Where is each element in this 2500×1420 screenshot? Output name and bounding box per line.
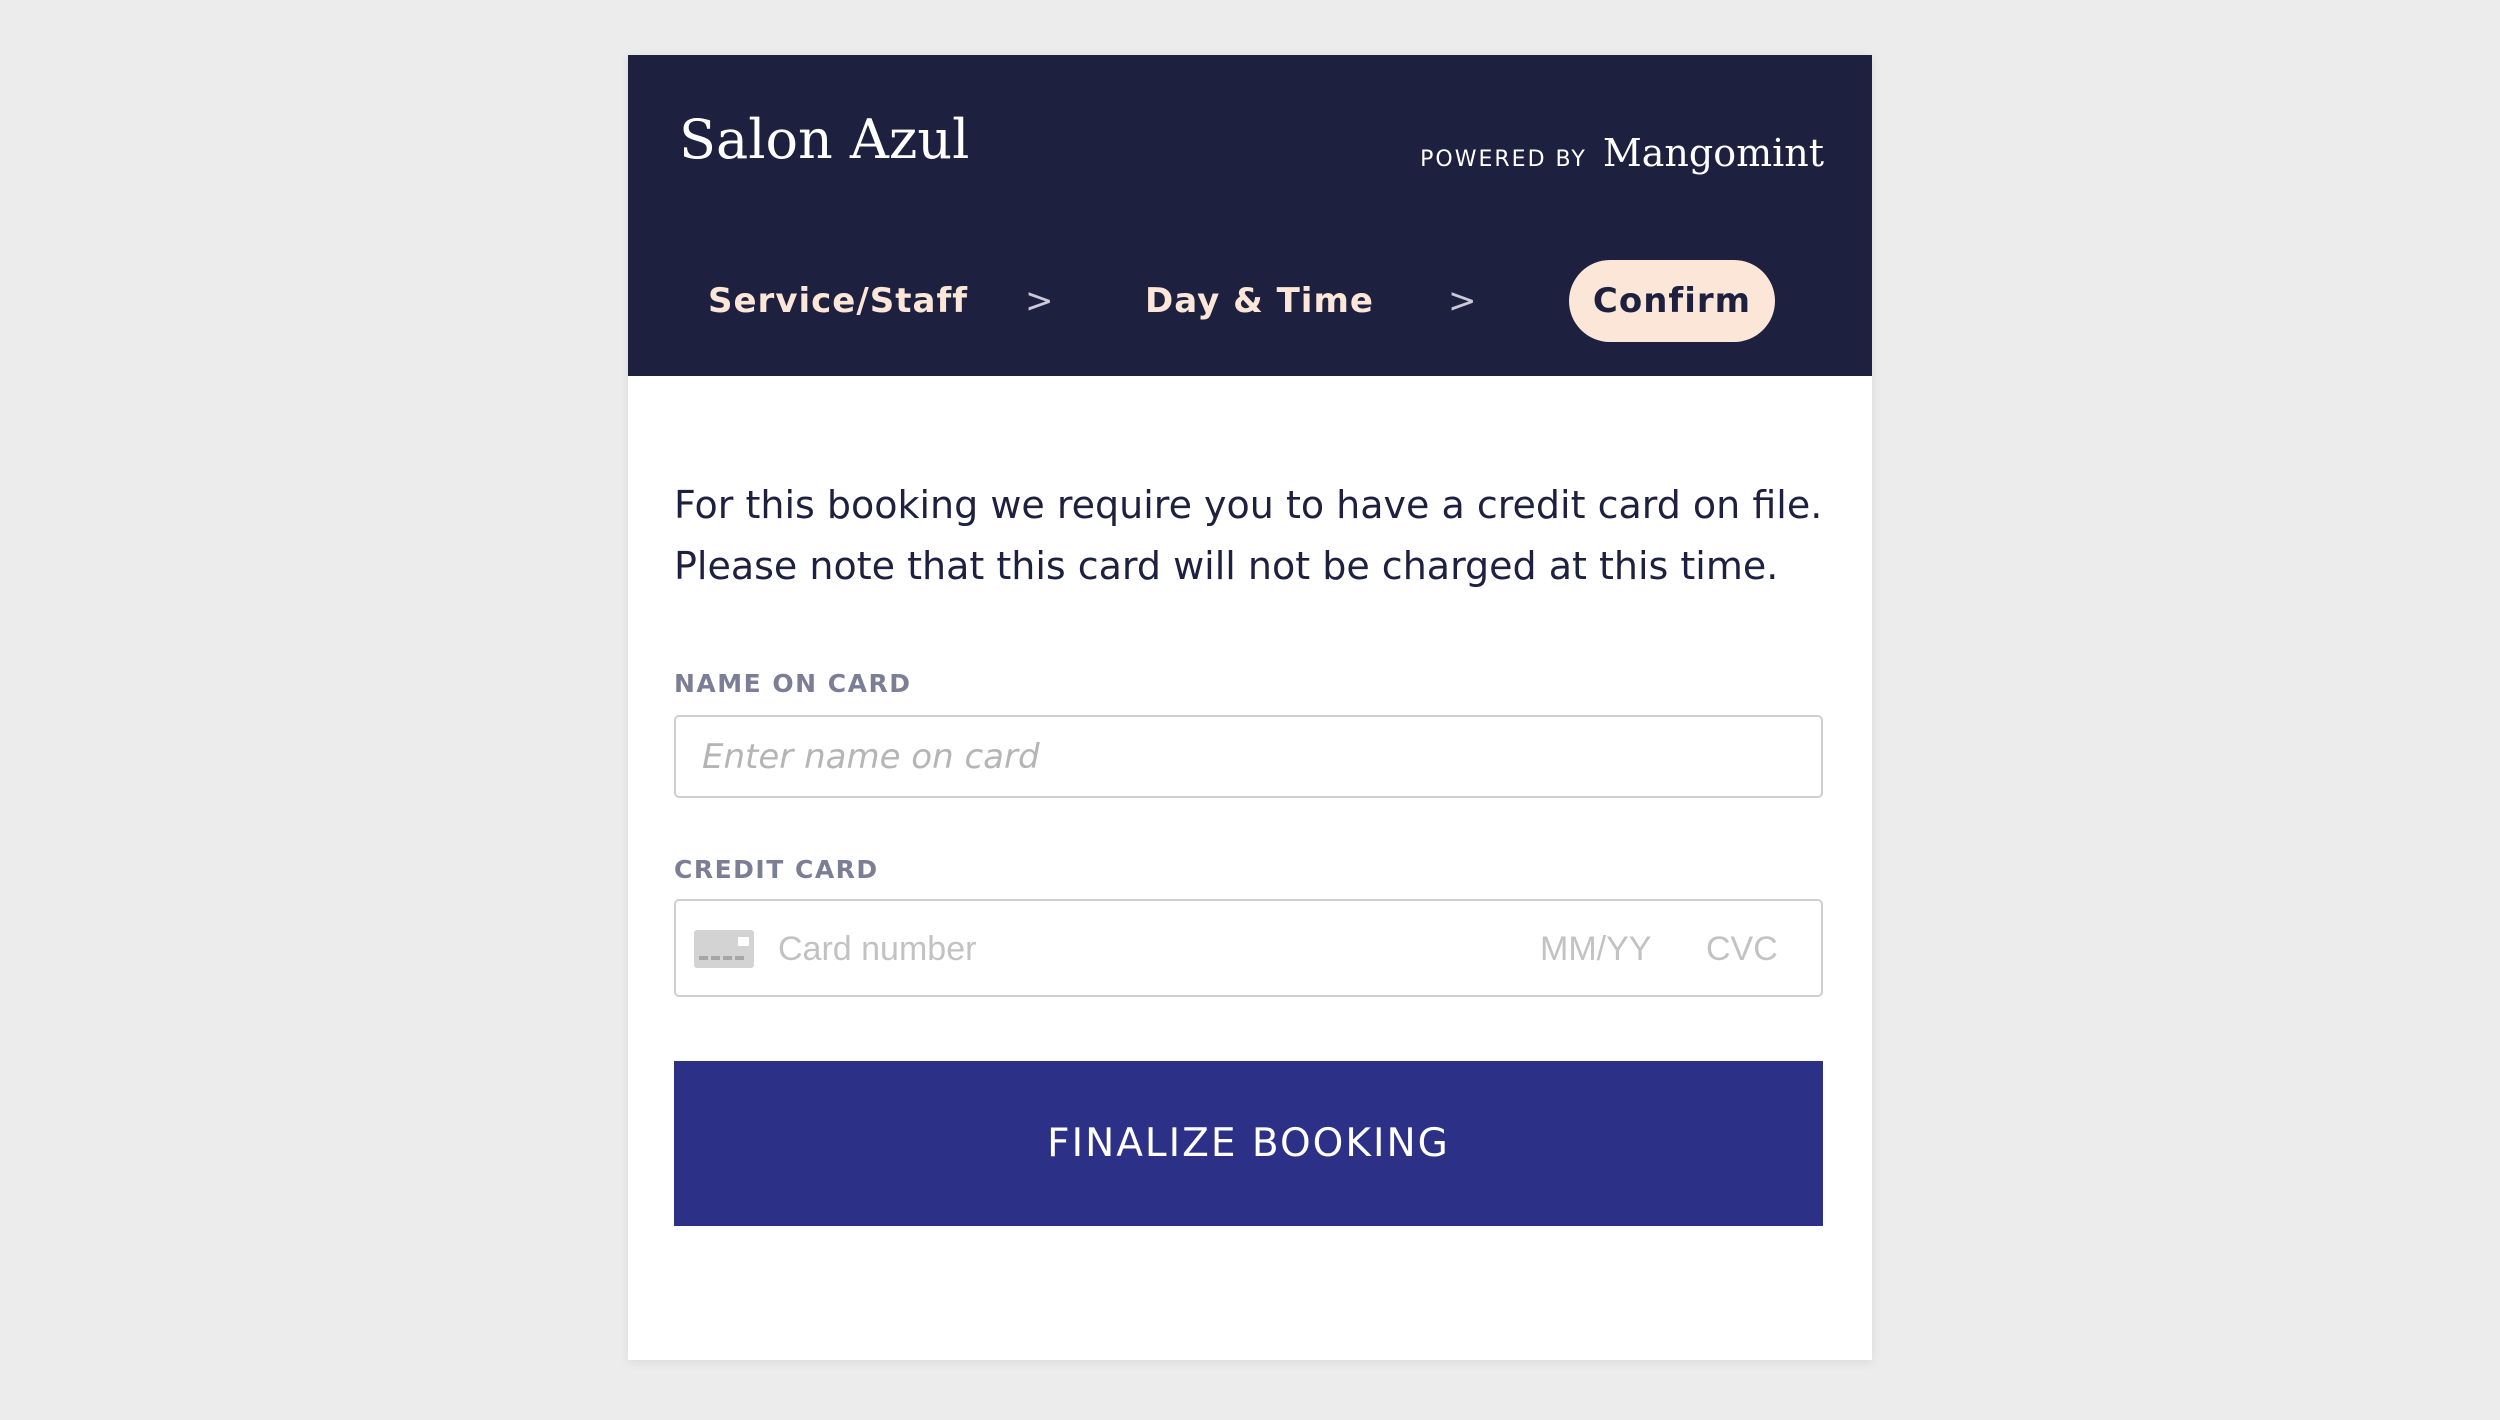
credit-card-icon	[694, 930, 754, 968]
mangomint-logo[interactable]: Mangomint	[1603, 131, 1824, 175]
step-service-staff[interactable]: Service/Staff	[708, 260, 968, 342]
card-cvc-input[interactable]	[1706, 923, 1806, 975]
powered-by: POWERED BY Mangomint	[1420, 131, 1824, 175]
step-confirm[interactable]: Confirm	[1569, 260, 1775, 342]
card-number-input[interactable]	[778, 923, 1478, 975]
step-separator: >	[1448, 281, 1477, 321]
salon-name: Salon Azul	[679, 108, 970, 171]
credit-card-field[interactable]	[674, 899, 1823, 997]
finalize-booking-button[interactable]: FINALIZE BOOKING	[674, 1061, 1823, 1226]
name-on-card-label: NAME ON CARD	[674, 669, 912, 698]
powered-by-label: POWERED BY	[1420, 147, 1587, 172]
card-requirement-notice: For this booking we require you to have …	[674, 483, 1823, 588]
credit-card-label: CREDIT CARD	[674, 855, 879, 884]
step-separator: >	[1025, 281, 1054, 321]
booking-steps: Service/Staff > Day & Time > Confirm	[628, 260, 1872, 342]
name-on-card-input[interactable]	[674, 715, 1823, 798]
booking-card: Salon Azul POWERED BY Mangomint Service/…	[628, 55, 1872, 1360]
card-expiry-input[interactable]	[1540, 923, 1670, 975]
booking-header: Salon Azul POWERED BY Mangomint Service/…	[628, 55, 1872, 376]
step-day-time[interactable]: Day & Time	[1145, 260, 1374, 342]
